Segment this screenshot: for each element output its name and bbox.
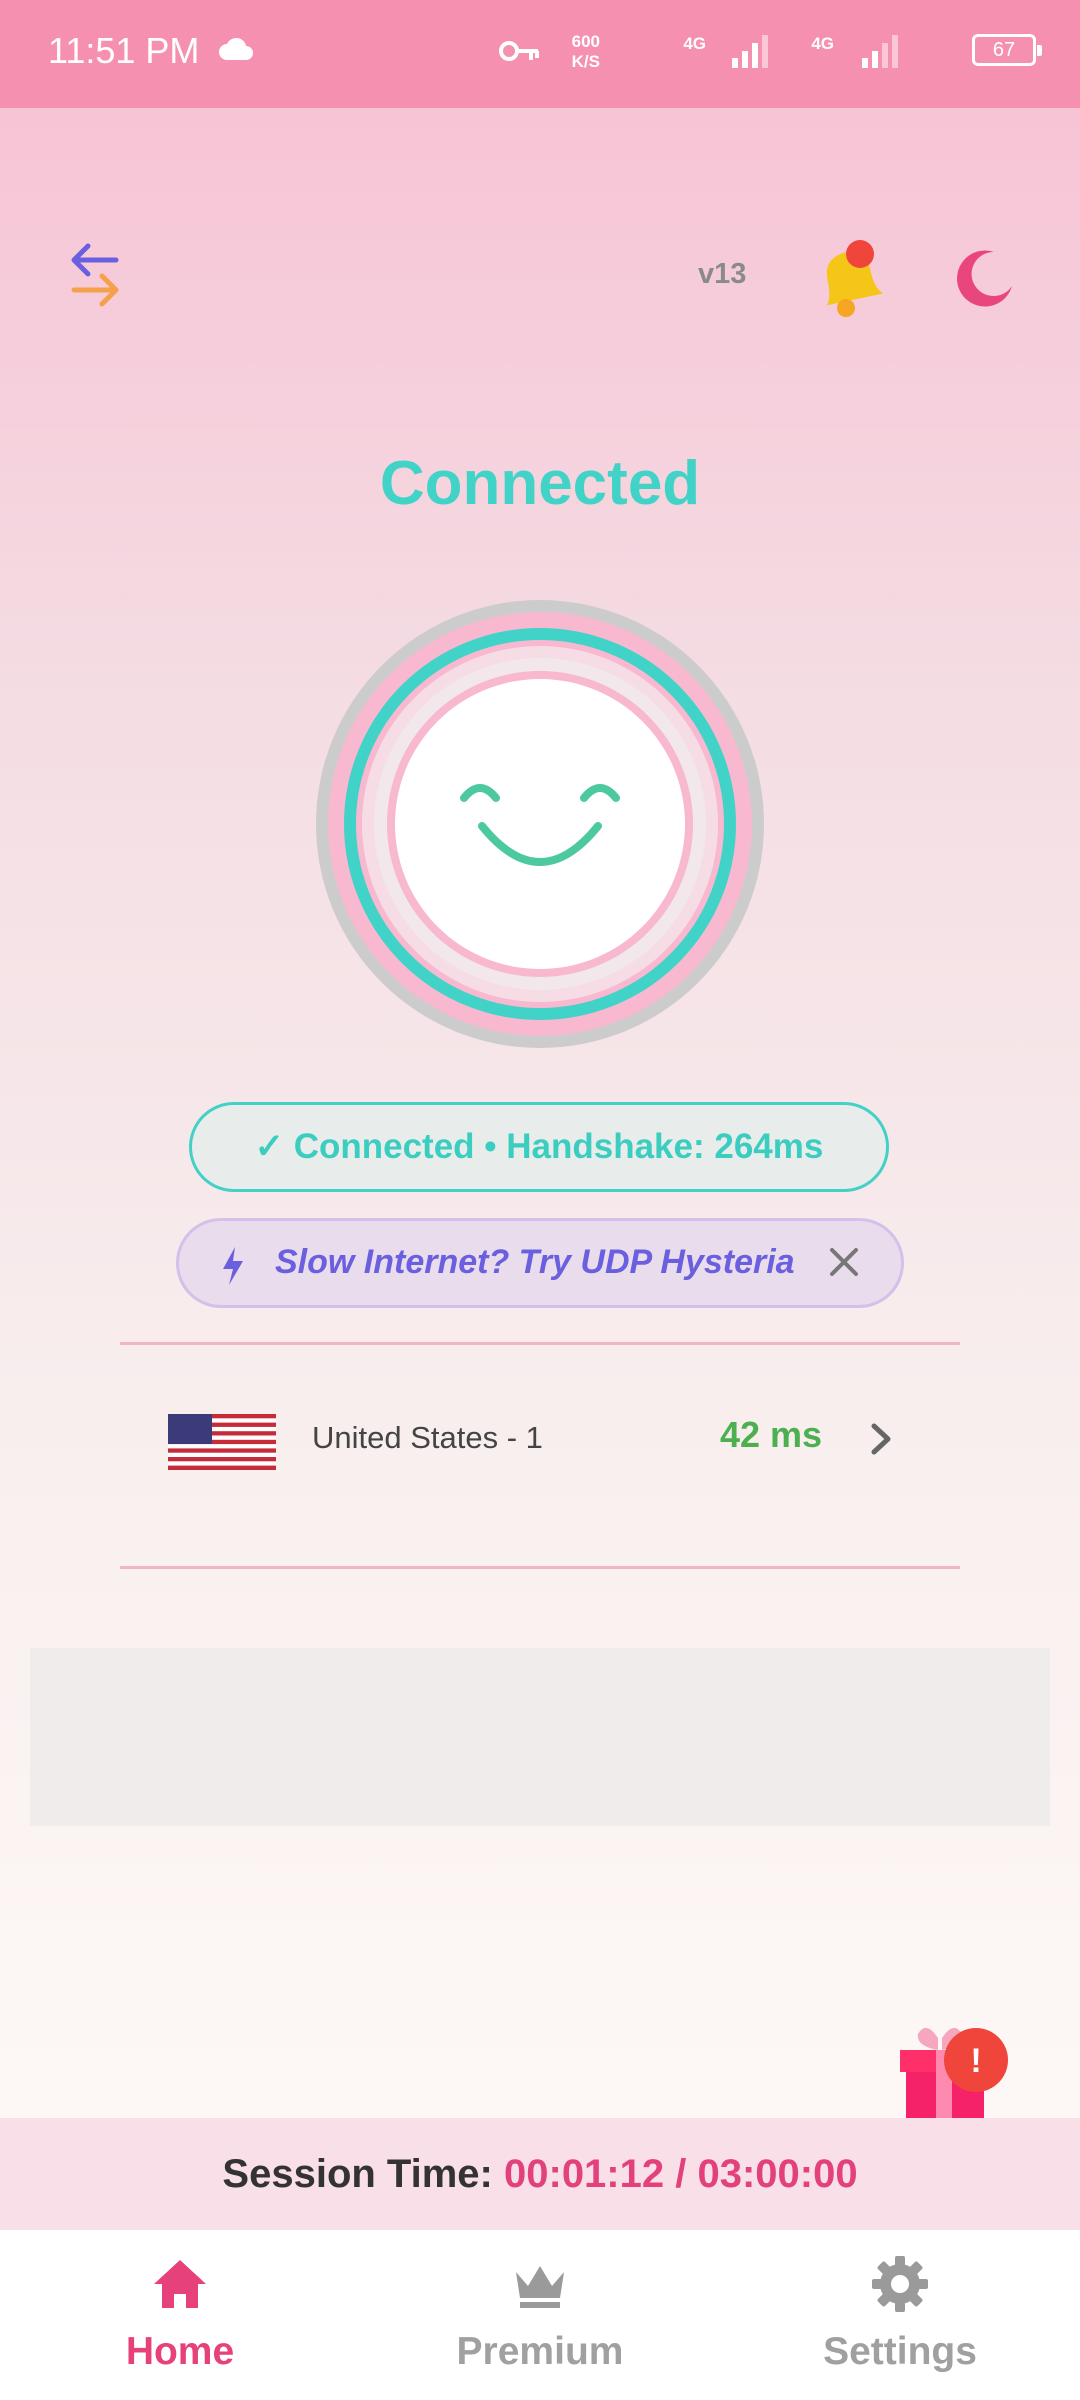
status-bar: 11:51 PM 600 K/S 4G 4G 67 <box>0 0 1080 108</box>
vpn-key-icon <box>499 41 539 61</box>
network-type-2: 4G <box>811 34 834 53</box>
status-right: 600 K/S 4G 4G 67 <box>340 30 1042 78</box>
version-label: v13 <box>698 258 747 290</box>
home-icon <box>154 2260 206 2308</box>
server-ping: 42 ms <box>720 1414 823 1455</box>
battery-indicator: 67 <box>972 34 1042 66</box>
server-selector[interactable]: United States - 1 42 ms <box>120 1370 960 1510</box>
session-value: 00:01:12 / 03:00:00 <box>504 2152 858 2196</box>
divider-top <box>120 1342 960 1345</box>
udp-hysteria-promo[interactable]: Slow Internet? Try UDP Hysteria <box>176 1218 904 1308</box>
connection-status-title: Connected <box>379 449 701 518</box>
divider-bottom <box>120 1566 960 1569</box>
gift-badge: ! <box>970 2042 981 2080</box>
nav-settings[interactable]: Settings <box>720 2230 1080 2400</box>
chevron-right-icon <box>871 1423 891 1455</box>
gear-icon <box>872 2256 928 2312</box>
bottom-navigation: Home Premium Settings <box>0 2230 1080 2400</box>
handshake-status-pill: ✓ Connected • Handshake: 264ms <box>189 1102 889 1192</box>
lightning-icon <box>223 1247 243 1285</box>
nav-premium-label: Premium <box>456 2330 624 2373</box>
connect-toggle-button[interactable] <box>314 598 766 1050</box>
cloud-icon <box>219 37 253 60</box>
nav-settings-label: Settings <box>823 2330 977 2373</box>
speed-value: 600 <box>571 32 600 51</box>
nav-home-label: Home <box>125 2330 235 2373</box>
session-label: Session Time: <box>222 2152 493 2196</box>
server-name: United States - 1 <box>312 1420 543 1455</box>
promo-text: Slow Internet? Try UDP Hysteria <box>275 1243 795 1281</box>
signal-icon-2 <box>862 35 898 68</box>
speed-unit: K/S <box>571 52 600 71</box>
dark-mode-icon[interactable] <box>950 246 1016 312</box>
swap-protocol-icon[interactable] <box>66 240 126 310</box>
close-icon[interactable] <box>827 1245 861 1279</box>
crown-icon <box>516 2266 564 2308</box>
signal-icon <box>732 35 768 68</box>
network-type-1: 4G <box>683 34 706 53</box>
nav-home[interactable]: Home <box>0 2230 360 2400</box>
status-time: 11:51 PM <box>48 30 200 71</box>
ad-placeholder <box>30 1648 1050 1826</box>
network-speed: 600 K/S <box>572 32 600 72</box>
nav-premium[interactable]: Premium <box>360 2230 720 2400</box>
notification-bell-icon[interactable] <box>812 236 888 322</box>
session-timer: Session Time: 00:01:12 / 03:00:00 <box>0 2118 1080 2230</box>
us-flag-icon <box>168 1414 276 1470</box>
